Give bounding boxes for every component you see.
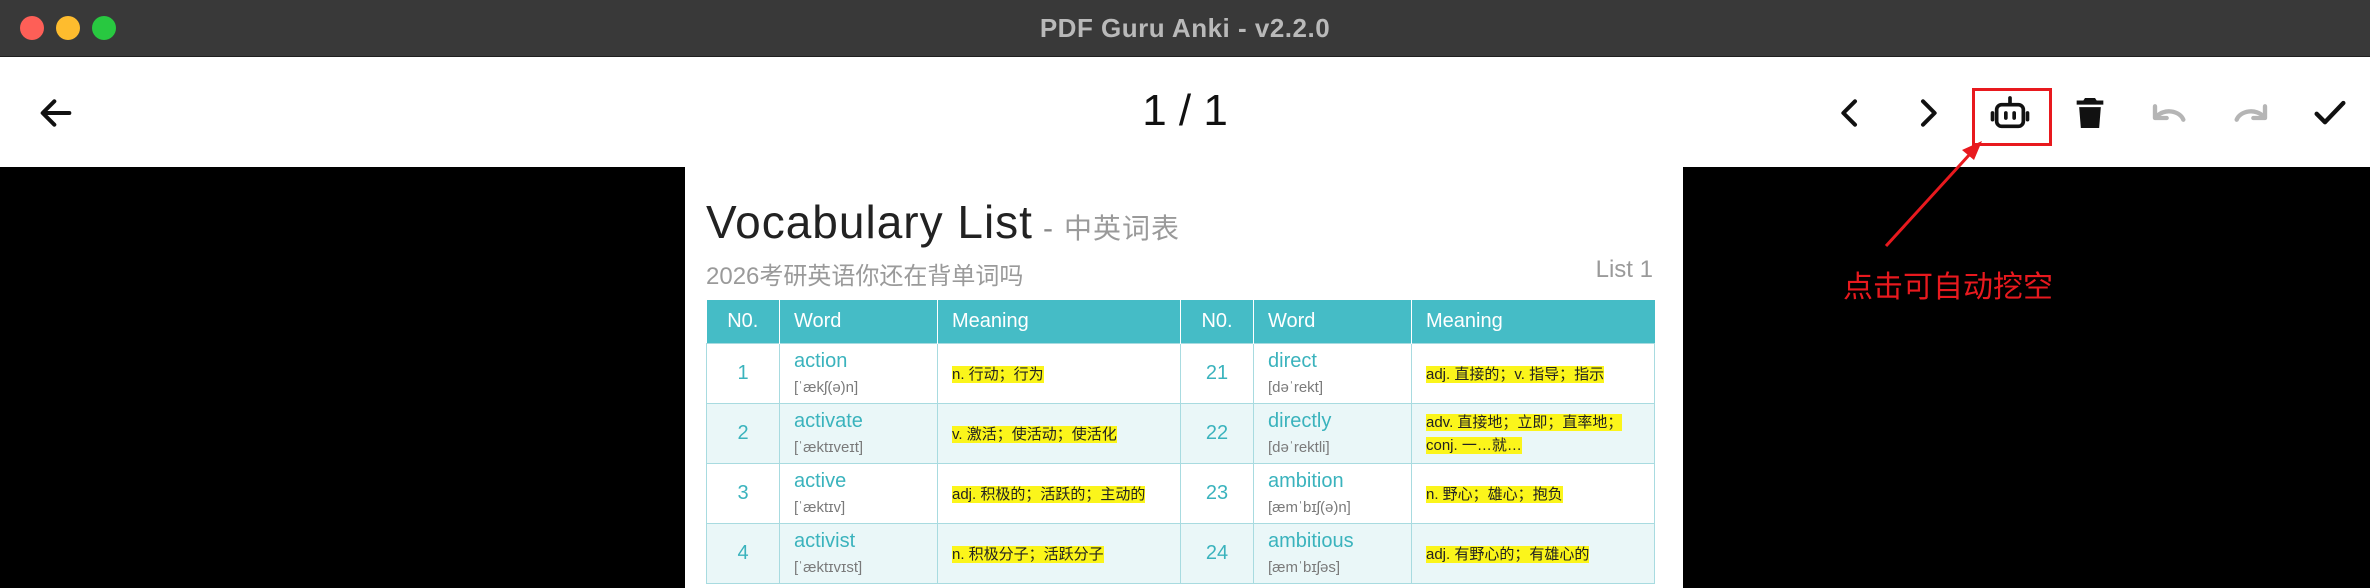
phonetic: [æmˈbɪʃəs] [1268,559,1341,576]
table-header-row: N0. Word Meaning N0. Word Meaning [706,300,1655,343]
meaning-cell: n. 行动；行为 [937,342,1181,404]
annotation-highlight-box [1972,88,2052,146]
phonetic: [ˈæktɪv] [794,499,846,516]
phonetic: [ˈækʃ(ə)n] [794,379,859,396]
vocabulary-table: N0. Word Meaning N0. Word Meaning 1 acti… [706,300,1655,584]
chevron-left-icon [1841,99,1857,127]
phonetic: [ˈæktɪveɪt] [794,439,864,456]
phonetic: [ˈæktɪvɪst] [794,559,863,576]
word: ambitious [1268,530,1354,552]
delete-button[interactable] [2062,85,2118,141]
word-cell: direct [dəˈrekt] [1253,342,1412,404]
row-number: 22 [1180,402,1254,464]
back-button[interactable] [28,85,84,141]
row-number: 21 [1180,342,1254,404]
trash-icon [2076,98,2104,128]
check-icon [2314,100,2346,125]
page-indicator: 1 / 1 [1142,86,1228,135]
redo-button[interactable] [2222,85,2278,141]
next-page-button[interactable] [1900,85,1956,141]
word-cell: directly [dəˈrektli] [1253,402,1412,464]
table-row: 3 active [ˈæktɪv] adj. 积极的；活跃的；主动的 23 amb… [706,462,1655,524]
meaning-highlight[interactable]: v. 激活；使活动；使活化 [952,425,1117,443]
column-header: Word [1253,300,1412,343]
table-row: 2 activate [ˈæktɪveɪt] v. 激活；使活动；使活化 22 d… [706,402,1655,464]
pdf-title: Vocabulary List - 中英词表 [706,195,1180,249]
meaning-cell: adj. 积极的；活跃的；主动的 [937,462,1181,524]
meaning-highlight[interactable]: adj. 直接的；v. 指导；指示 [1426,365,1605,383]
meaning-highlight[interactable]: adv. 直接地；立即；直率地；conj. 一…就… [1426,414,1623,454]
table-row: 4 activist [ˈæktɪvɪst] n. 积极分子；活跃分子 24 am… [706,522,1655,584]
row-number: 3 [706,462,780,524]
pdf-viewer: Vocabulary List - 中英词表 2026考研英语你还在背单词吗 Lis… [0,167,2370,588]
word: action [794,350,848,372]
window-titlebar: PDF Guru Anki - v2.2.0 [0,0,2370,57]
word-cell: action [ˈækʃ(ə)n] [779,342,938,404]
window-title: PDF Guru Anki - v2.2.0 [1039,13,1331,43]
phonetic: [dəˈrektli] [1268,439,1330,456]
column-header: Meaning [937,300,1181,343]
meaning-highlight[interactable]: adj. 积极的；活跃的；主动的 [952,485,1146,503]
pdf-title-main: Vocabulary List [706,196,1033,248]
column-header: Word [779,300,938,343]
undo-icon [2152,104,2186,122]
word: direct [1268,350,1317,372]
phonetic: [dəˈrekt] [1268,379,1324,396]
annotation-text: 点击可自动挖空 [1843,271,2053,304]
word-cell: ambition [æmˈbɪʃ(ə)n] [1253,462,1412,524]
column-header: N0. [706,300,780,343]
row-number: 4 [706,522,780,584]
meaning-cell: n. 积极分子；活跃分子 [937,522,1181,584]
meaning-cell: n. 野心；雄心；抱负 [1411,462,1655,524]
chevron-right-icon [1921,99,1937,127]
row-number: 23 [1180,462,1254,524]
word: ambition [1268,470,1344,492]
previous-page-button[interactable] [1822,85,1878,141]
arrow-left-icon [40,99,72,127]
column-header: Meaning [1411,300,1655,343]
word: directly [1268,410,1332,432]
undo-button[interactable] [2142,85,2198,141]
word-cell: ambitious [æmˈbɪʃəs] [1253,522,1412,584]
meaning-highlight[interactable]: n. 行动；行为 [952,365,1044,383]
meaning-highlight[interactable]: n. 积极分子；活跃分子 [952,545,1104,563]
meaning-highlight[interactable]: n. 野心；雄心；抱负 [1426,485,1563,503]
word-cell: activate [ˈæktɪveɪt] [779,402,938,464]
meaning-cell: v. 激活；使活动；使活化 [937,402,1181,464]
column-header: N0. [1180,300,1254,343]
meaning-cell: adj. 有野心的；有雄心的 [1411,522,1655,584]
row-number: 1 [706,342,780,404]
word-cell: activist [ˈæktɪvɪst] [779,522,938,584]
pdf-page: Vocabulary List - 中英词表 2026考研英语你还在背单词吗 Lis… [685,167,1683,588]
confirm-button[interactable] [2302,85,2358,141]
word-cell: active [ˈæktɪv] [779,462,938,524]
redo-icon [2234,104,2268,122]
meaning-cell: adj. 直接的；v. 指导；指示 [1411,342,1655,404]
pdf-title-cn: 中英词表 [1063,213,1180,244]
row-number: 2 [706,402,780,464]
row-number: 24 [1180,522,1254,584]
pdf-title-separator: - [1042,212,1054,245]
meaning-cell: adv. 直接地；立即；直率地；conj. 一…就… [1411,402,1655,464]
table-row: 1 action [ˈækʃ(ə)n] n. 行动；行为 21 direct [də… [706,342,1655,404]
word: activist [794,530,856,552]
meaning-highlight[interactable]: adj. 有野心的；有雄心的 [1426,545,1590,563]
pdf-list-number: List 1 [1595,256,1653,283]
word: activate [794,410,863,432]
word: active [794,470,847,492]
phonetic: [æmˈbɪʃ(ə)n] [1268,499,1351,516]
pdf-subtitle: 2026考研英语你还在背单词吗 [706,263,1024,290]
